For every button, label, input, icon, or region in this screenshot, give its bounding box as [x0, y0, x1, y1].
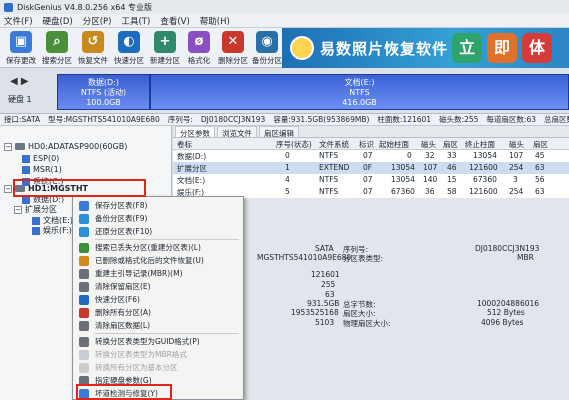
new-partition-button[interactable]: + 新建分区 [146, 30, 184, 66]
disk-label: 硬盘 1 [8, 95, 32, 104]
table-row[interactable]: 文档(E:) 4 NTFS 07 13054 140 15 67360 3 56 [173, 174, 569, 186]
tab-bar: 分区参数 浏览文件 扇区编辑 [173, 126, 569, 138]
save-table-icon [79, 200, 89, 211]
partition-block-d[interactable]: 数据(D:) NTFS (活动) 100.0GB [57, 74, 150, 110]
hard-disk-icon [15, 143, 25, 150]
tree-disk-hd0[interactable]: − HD0:ADATASP900(60GB) [4, 142, 127, 151]
menu-bar: 文件(F) 硬盘(D) 分区(P) 工具(T) 查看(V) 帮助(H) [0, 14, 569, 28]
convert-basic-icon [79, 362, 89, 373]
banner-button-3[interactable]: 体 [522, 33, 552, 63]
banner-text: 易数照片恢复软件 [320, 40, 449, 58]
quick-partition-icon: ◐ [118, 31, 140, 53]
erase-icon [79, 320, 89, 331]
tree-extended-partition[interactable]: − 扩展分区 [14, 204, 57, 215]
toolbar: ▣ 保存更改 ⌕ 搜索分区 ↺ 恢复文件 ◐ 快速分区 + 新建分区 ø 格式化… [0, 28, 569, 68]
table-row[interactable]: 数据(D:) 0 NTFS 07 0 32 33 13054 107 45 [173, 150, 569, 162]
menu-item-rebuild-mbr[interactable]: 重建主引导记录(MBR)(M) [73, 267, 243, 280]
delete-all-icon [79, 307, 89, 318]
photo-recovery-logo-icon [290, 36, 314, 60]
backup-partition-icon: ◉ [256, 31, 278, 53]
save-icon: ▣ [10, 31, 32, 53]
menu-disk[interactable]: 硬盘(D) [43, 15, 73, 27]
menu-view[interactable]: 查看(V) [160, 15, 189, 27]
restore-table-icon [79, 226, 89, 237]
menu-item-save-partition-table[interactable]: 保存分区表(F8) [73, 199, 243, 212]
search-lost-icon [79, 242, 89, 253]
tab-sector-edit[interactable]: 扇区编辑 [259, 126, 299, 138]
collapse-icon[interactable]: − [4, 184, 12, 193]
menu-item-convert-to-guid[interactable]: 转换分区表类型为GUID格式(P) [73, 335, 243, 348]
table-row[interactable]: 扩展分区 1 EXTEND 0F 13054 107 46 121600 254… [173, 162, 569, 174]
tab-partition-params[interactable]: 分区参数 [175, 126, 215, 138]
quick-partition-icon [79, 294, 89, 305]
disk-nav-arrows[interactable]: ◀ ▶ [10, 76, 29, 87]
clear-sector-icon [79, 281, 89, 292]
quick-partition-button[interactable]: ◐ 快速分区 [110, 30, 148, 66]
recover-icon: ↺ [82, 31, 104, 53]
partition-icon [22, 154, 30, 163]
menu-item-delete-all-partitions[interactable]: 删除所有分区(A) [73, 306, 243, 319]
app-icon [4, 2, 13, 12]
menu-item-recover-deleted-files[interactable]: 已删除或格式化后的文件恢复(U) [73, 254, 243, 267]
menu-partition[interactable]: 分区(P) [83, 15, 112, 27]
menu-item-backup-partition-table[interactable]: 备份分区表(F9) [73, 212, 243, 225]
tree-partition-f[interactable]: 娱乐(F:) [32, 225, 72, 236]
menu-tools[interactable]: 工具(T) [121, 15, 150, 27]
menu-file[interactable]: 文件(F) [4, 15, 33, 27]
disk-map: ◀ ▶ 硬盘 1 数据(D:) NTFS (活动) 100.0GB 文档(E:)… [0, 68, 569, 114]
delete-partition-icon: ✕ [222, 31, 244, 53]
partition-block-e[interactable]: 文档(E:) NTFS 416.0GB [150, 74, 569, 110]
menu-item-erase-sector-data[interactable]: 清除扇区数据(L) [73, 319, 243, 332]
menu-help[interactable]: 帮助(H) [200, 15, 230, 27]
format-button[interactable]: ø 格式化 [180, 30, 218, 66]
mbr-icon [79, 268, 89, 279]
menu-separator [95, 333, 239, 334]
title-bar: DiskGenius V4.8.0.256 x64 专业版 [0, 0, 569, 14]
menu-item-clear-reserved-sectors[interactable]: 清除保留扇区(E) [73, 280, 243, 293]
backup-table-icon [79, 213, 89, 224]
backup-partition-button[interactable]: ◉ 备份分区 [248, 30, 286, 66]
disk-info-line: 接口:SATA 型号:MGSTHTS541010A9E680 序列号: DJ01… [0, 114, 569, 126]
menu-item-convert-to-basic: 转换所有分区为基本分区 [73, 361, 243, 374]
menu-separator [95, 239, 239, 240]
disk-context-menu: 保存分区表(F8) 备份分区表(F9) 还原分区表(F10) 搜索已丢失分区(重… [72, 196, 244, 400]
banner-button-1[interactable]: 立 [452, 33, 482, 63]
search-icon: ⌕ [46, 31, 68, 53]
highlight-box-bad-sector [76, 384, 172, 400]
highlight-box-disk [13, 179, 146, 197]
collapse-icon[interactable]: − [14, 205, 22, 214]
banner-button-2[interactable]: 即 [487, 33, 517, 63]
partition-icon [32, 226, 40, 235]
tree-partition-esp[interactable]: ESP(0) [22, 154, 59, 163]
collapse-icon[interactable]: − [4, 142, 12, 151]
table-header: 卷标 序号(状态) 文件系统 标识 起始柱面 磁头 扇区 终止柱面 磁头 扇区 [173, 138, 569, 150]
new-partition-icon: + [154, 31, 176, 53]
tree-partition-msr[interactable]: MSR(1) [22, 165, 62, 174]
partition-table: 卷标 序号(状态) 文件系统 标识 起始柱面 磁头 扇区 终止柱面 磁头 扇区 … [173, 138, 569, 198]
menu-item-quick-partition[interactable]: 快速分区(F6) [73, 293, 243, 306]
ad-banner[interactable]: 易数照片恢复软件 立 即 体 [282, 28, 569, 68]
menu-item-convert-to-mbr: 转换分区表类型为MBR格式 [73, 348, 243, 361]
search-partition-button[interactable]: ⌕ 搜索分区 [38, 30, 76, 66]
save-changes-button[interactable]: ▣ 保存更改 [2, 30, 40, 66]
format-icon: ø [188, 31, 210, 53]
window-title: DiskGenius V4.8.0.256 x64 专业版 [17, 2, 153, 12]
tab-browse-files[interactable]: 浏览文件 [217, 126, 257, 138]
menu-item-search-lost-partitions[interactable]: 搜索已丢失分区(重建分区表)(L) [73, 241, 243, 254]
partition-icon [22, 165, 30, 174]
convert-mbr-icon [79, 349, 89, 360]
partition-icon [32, 216, 40, 225]
file-recover-icon [79, 255, 89, 266]
recover-files-button[interactable]: ↺ 恢复文件 [74, 30, 112, 66]
convert-guid-icon [79, 336, 89, 347]
delete-partition-button[interactable]: ✕ 删除分区 [214, 30, 252, 66]
menu-item-restore-partition-table[interactable]: 还原分区表(F10) [73, 225, 243, 238]
